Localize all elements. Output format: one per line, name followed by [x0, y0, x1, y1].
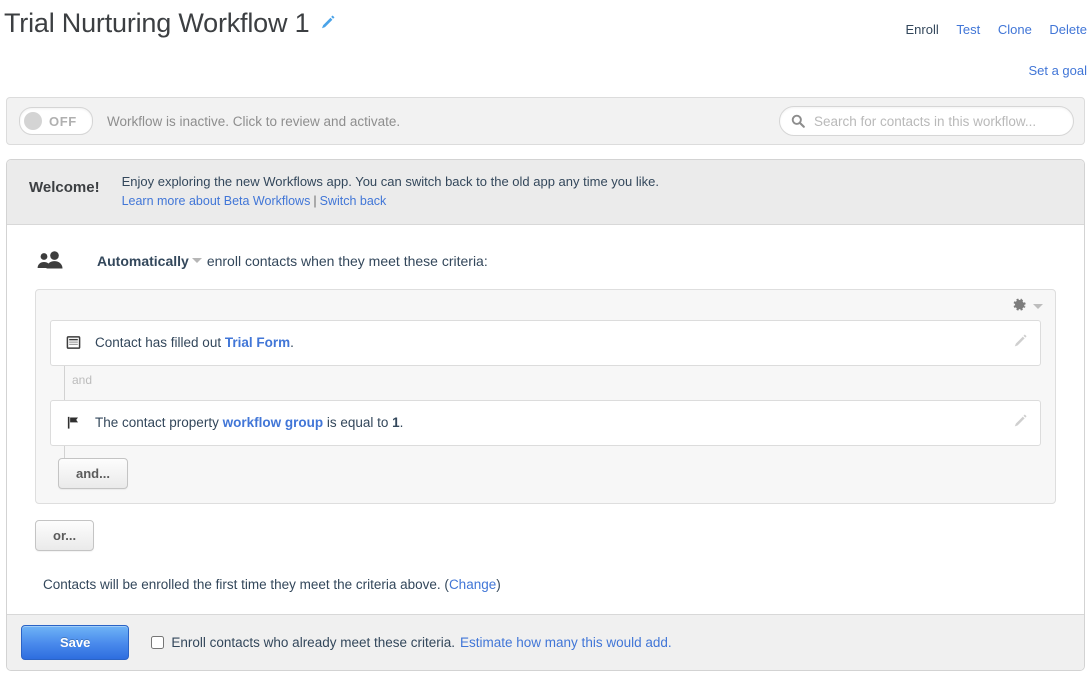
welcome-message: Enjoy exploring the new Workflows app. Y… — [121, 174, 659, 189]
enrollment-note-close: ) — [496, 576, 501, 592]
set-goal-row: Set a goal — [0, 60, 1091, 90]
learn-more-link[interactable]: Learn more about Beta Workflows — [122, 194, 311, 208]
users-icon — [35, 250, 65, 271]
criteria-row[interactable]: The contact property workflow group is e… — [50, 399, 1041, 446]
gear-icon — [1012, 298, 1027, 316]
or-button-wrap: or... — [35, 519, 1064, 551]
enrollment-heading: Automatically enroll contacts when they m… — [35, 250, 1064, 271]
change-enrollment-link[interactable]: Change — [449, 577, 496, 592]
title-edit-pencil-icon[interactable] — [319, 15, 336, 32]
gear-chevron-down-icon — [1033, 304, 1043, 310]
panel-footer: Save Enroll contacts who already meet th… — [7, 613, 1084, 670]
toggle-state-label: OFF — [49, 113, 77, 129]
test-action[interactable]: Test — [956, 22, 980, 37]
set-a-goal-link[interactable]: Set a goal — [1028, 63, 1087, 78]
enroll-action[interactable]: Enroll — [905, 22, 938, 37]
welcome-banner: Welcome! Enjoy exploring the new Workflo… — [7, 160, 1084, 225]
workflow-activate-toggle[interactable]: OFF — [19, 107, 93, 135]
criteria-prefix: The contact property — [95, 415, 223, 431]
contact-search-box[interactable] — [779, 106, 1074, 136]
welcome-links: Learn more about Beta Workflows | Switch b… — [122, 192, 659, 211]
criteria-row[interactable]: Contact has filled out Trial Form. — [50, 319, 1041, 366]
enrollment-note: Contacts will be enrolled the first time… — [43, 577, 1064, 614]
chevron-down-icon[interactable] — [191, 258, 202, 264]
toggle-knob — [24, 112, 42, 130]
workflow-panel: Welcome! Enjoy exploring the new Workflo… — [6, 159, 1085, 671]
form-icon — [63, 335, 83, 350]
header-actions: Enroll Test Clone Delete — [891, 22, 1087, 37]
criteria-suffix: . — [290, 335, 294, 351]
delete-action[interactable]: Delete — [1049, 22, 1087, 37]
workflow-status-bar: OFF Workflow is inactive. Click to revie… — [6, 97, 1085, 145]
criteria-settings-button[interactable] — [1012, 298, 1043, 316]
flag-icon — [63, 415, 83, 430]
connector-label: and — [72, 372, 93, 387]
edit-criteria-pencil-icon[interactable] — [1012, 333, 1028, 353]
trial-form-link[interactable]: Trial Form — [225, 335, 290, 350]
criteria-row-text: Contact has filled out Trial Form. — [95, 335, 294, 350]
welcome-body: Enjoy exploring the new Workflows app. Y… — [122, 172, 659, 212]
welcome-title: Welcome! — [29, 179, 100, 196]
save-button[interactable]: Save — [21, 624, 130, 660]
criteria-group: Contact has filled out Trial Form. and T… — [35, 288, 1056, 504]
enrollment-mode-label[interactable]: Automatically — [97, 253, 189, 269]
clone-action[interactable]: Clone — [998, 22, 1032, 37]
add-or-criteria-button[interactable]: or... — [35, 519, 95, 551]
welcome-separator: | — [313, 194, 317, 209]
workflow-status-text: Workflow is inactive. Click to review an… — [107, 113, 401, 129]
and-button-wrap: and... — [58, 457, 1041, 489]
page-header: Trial Nurturing Workflow 1 Enroll Test C… — [0, 0, 1091, 60]
enroll-existing-checkbox[interactable] — [151, 635, 165, 649]
connector-stub — [64, 445, 1041, 458]
enroll-existing-label: Enroll contacts who already meet these c… — [171, 634, 456, 650]
add-and-criteria-button[interactable]: and... — [58, 457, 128, 489]
switch-back-link[interactable]: Switch back — [320, 194, 387, 208]
enrollment-note-text: Contacts will be enrolled the first time… — [43, 576, 449, 592]
page-title-wrap: Trial Nurturing Workflow 1 — [4, 8, 336, 39]
connector-line — [64, 445, 65, 458]
criteria-prefix: Contact has filled out — [95, 335, 225, 351]
criteria-value: 1 — [392, 415, 400, 431]
criteria-suffix: . — [399, 415, 404, 431]
search-icon — [791, 114, 805, 128]
criteria-row-text: The contact property workflow group is e… — [95, 415, 403, 430]
workflow-group-link[interactable]: workflow group — [223, 415, 324, 430]
page-title: Trial Nurturing Workflow 1 — [4, 8, 310, 38]
enrollment-heading-text: Automatically enroll contacts when they m… — [97, 253, 488, 269]
panel-body: Automatically enroll contacts when they m… — [7, 225, 1084, 614]
edit-criteria-pencil-icon[interactable] — [1012, 413, 1028, 433]
enrollment-heading-suffix: enroll contacts when they meet these cri… — [206, 252, 488, 269]
search-input[interactable] — [812, 112, 1056, 130]
criteria-connector: and — [64, 365, 1041, 400]
enroll-existing-wrap: Enroll contacts who already meet these c… — [151, 634, 672, 650]
connector-line — [64, 365, 65, 400]
criteria-middle: is equal to — [323, 415, 393, 431]
estimate-link[interactable]: Estimate how many this would add. — [460, 635, 672, 650]
